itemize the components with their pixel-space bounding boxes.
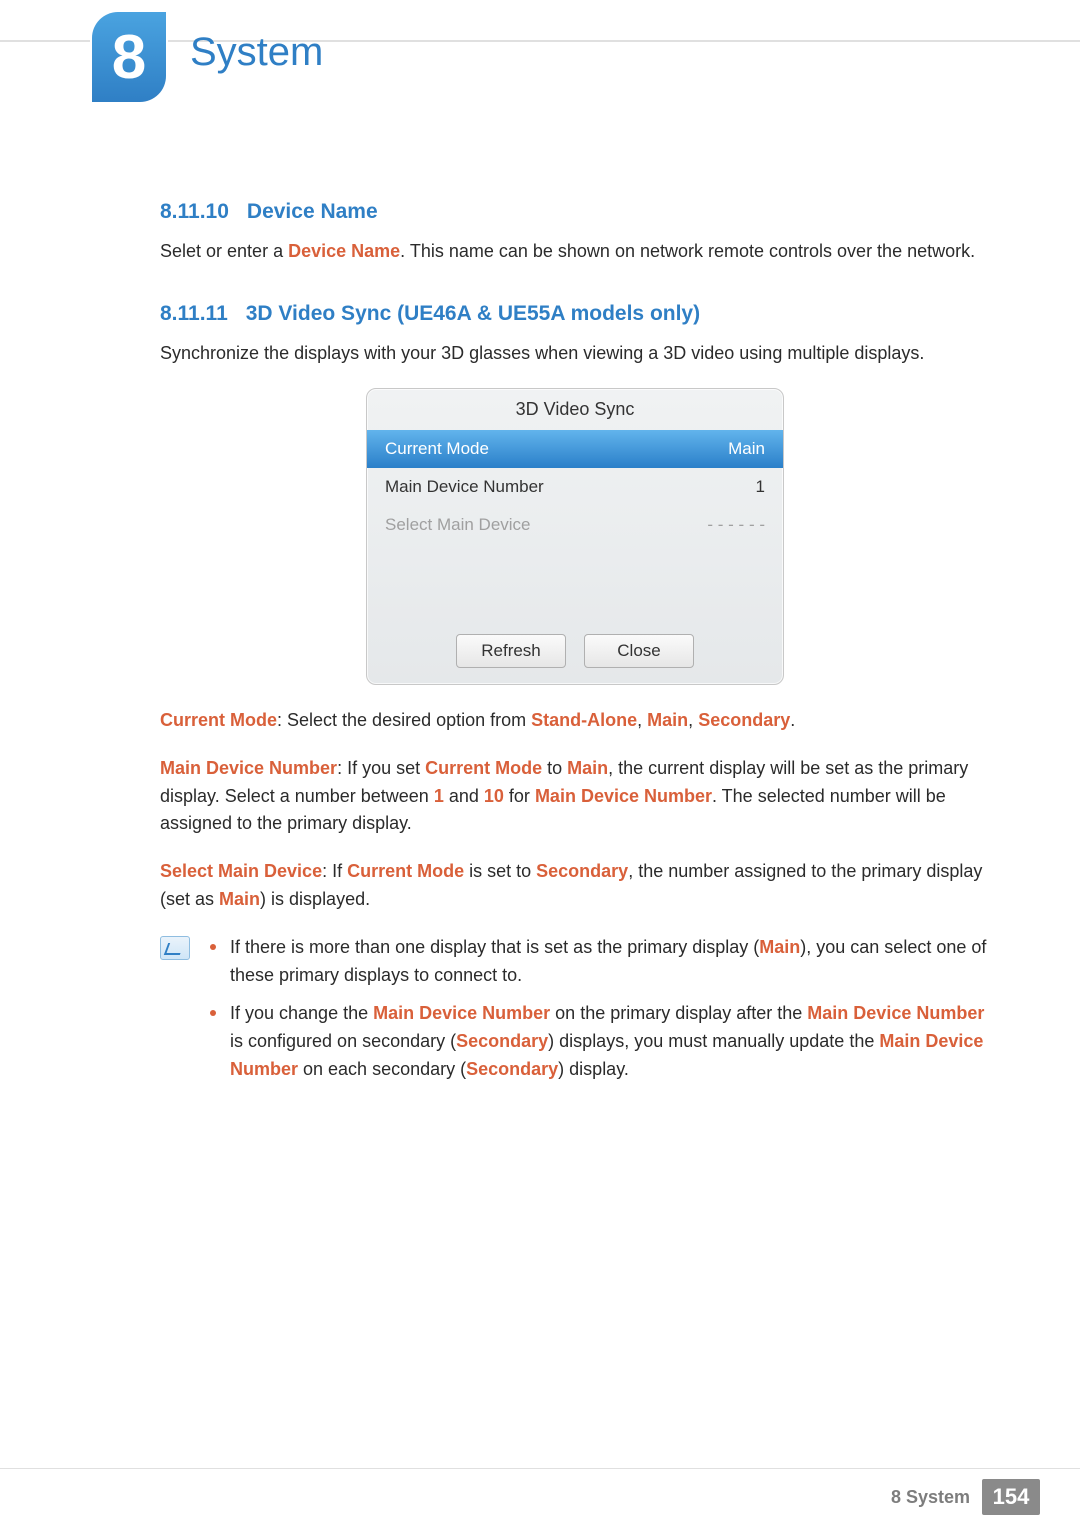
note-block: If there is more than one display that i… (160, 934, 990, 1093)
osd-screenshot: 3D Video Sync Current Mode Main Main Dev… (160, 388, 990, 685)
osd-panel: 3D Video Sync Current Mode Main Main Dev… (366, 388, 784, 685)
osd-row-current-mode[interactable]: Current Mode Main (367, 430, 783, 468)
sync-intro-paragraph: Synchronize the displays with your 3D gl… (160, 340, 990, 368)
osd-label: Current Mode (385, 439, 489, 459)
page-footer: 8 System 154 (891, 1479, 1040, 1515)
chapter-number: 8 (112, 22, 146, 93)
osd-value: - - - - - - (707, 515, 765, 535)
section-heading-8-11-10: 8.11.10 Device Name (160, 200, 990, 224)
section-heading-8-11-11: 8.11.11 3D Video Sync (UE46A & UE55A mode… (160, 302, 990, 326)
osd-value: Main (728, 439, 765, 459)
footer-rule (0, 1468, 1080, 1469)
footer-label: 8 System (891, 1487, 982, 1508)
osd-title: 3D Video Sync (367, 389, 783, 430)
osd-value: 1 (756, 477, 765, 497)
main-device-number-paragraph: Main Device Number: If you set Current M… (160, 755, 990, 839)
note-icon (160, 936, 190, 960)
osd-label: Select Main Device (385, 515, 531, 535)
page-content: 8.11.10 Device Name Selet or enter a Devi… (160, 190, 990, 1094)
list-item: If there is more than one display that i… (210, 934, 990, 990)
page-number: 154 (982, 1479, 1040, 1515)
section-title: 3D Video Sync (UE46A & UE55A models only… (246, 302, 700, 325)
section-number: 8.11.11 (160, 302, 228, 325)
list-item: If you change the Main Device Number on … (210, 1000, 990, 1084)
osd-row-select-main-device: Select Main Device - - - - - - (367, 506, 783, 544)
osd-label: Main Device Number (385, 477, 544, 497)
section-number: 8.11.10 (160, 200, 229, 223)
select-main-device-paragraph: Select Main Device: If Current Mode is s… (160, 858, 990, 914)
chapter-title: System (190, 30, 323, 75)
section-title: Device Name (247, 200, 378, 223)
current-mode-paragraph: Current Mode: Select the desired option … (160, 707, 990, 735)
device-name-paragraph: Selet or enter a Device Name. This name … (160, 238, 990, 266)
refresh-button[interactable]: Refresh (456, 634, 566, 668)
note-list: If there is more than one display that i… (210, 934, 990, 1093)
close-button[interactable]: Close (584, 634, 694, 668)
osd-spacer (367, 544, 783, 622)
osd-row-main-device-number[interactable]: Main Device Number 1 (367, 468, 783, 506)
osd-button-row: Refresh Close (367, 622, 783, 684)
chapter-badge: 8 (92, 12, 166, 102)
device-name-term: Device Name (288, 241, 400, 261)
